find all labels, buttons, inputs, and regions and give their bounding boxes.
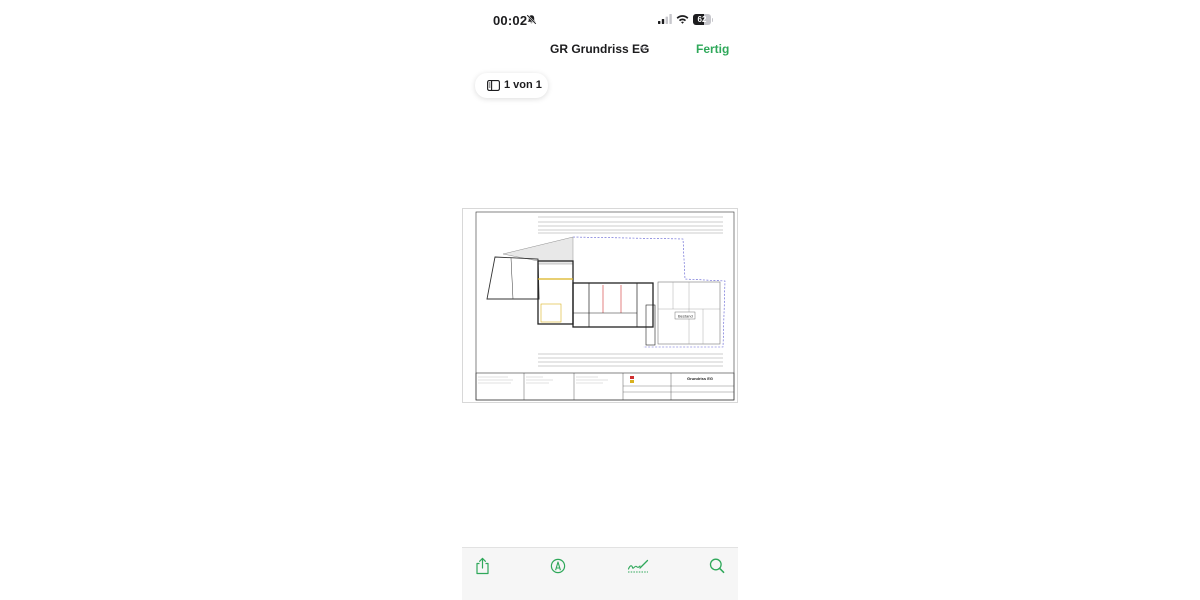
page-count-label: 1 von 1 bbox=[504, 79, 542, 91]
page-indicator[interactable]: 1 von 1 bbox=[475, 73, 548, 98]
search-button[interactable] bbox=[709, 557, 725, 575]
room-label: Bestand bbox=[678, 314, 693, 319]
navigation-bar: GR Grundriss EG Fertig bbox=[462, 36, 738, 62]
bell-slash-icon bbox=[526, 14, 537, 25]
chevron-down-icon[interactable] bbox=[640, 46, 647, 51]
status-bar: 00:02 62 bbox=[462, 0, 738, 40]
done-button[interactable]: Fertig bbox=[696, 42, 729, 56]
sheet-title: Grundriss EG bbox=[687, 376, 713, 381]
markup-button[interactable] bbox=[550, 557, 566, 575]
search-icon bbox=[709, 558, 725, 574]
battery-level: 62 bbox=[697, 15, 707, 24]
main-building bbox=[537, 260, 574, 325]
phone-screen: 00:02 62 GR Grundriss EG Fertig 1 von 1 … bbox=[462, 0, 738, 600]
title-block: Grundriss EG bbox=[475, 372, 735, 401]
dimension-lines-top bbox=[538, 216, 723, 234]
signature-icon bbox=[627, 559, 649, 573]
central-block bbox=[572, 282, 654, 328]
share-button[interactable] bbox=[475, 557, 490, 575]
floor-plan-drawing: Bestand Grundriss EG bbox=[475, 211, 735, 401]
battery-body: 62 bbox=[693, 14, 711, 25]
share-icon bbox=[476, 557, 489, 575]
document-page[interactable]: Bestand Grundriss EG bbox=[462, 208, 738, 403]
dimension-lines-bottom bbox=[538, 353, 723, 367]
document-title[interactable]: GR Grundriss EG bbox=[550, 42, 649, 56]
wifi-icon bbox=[676, 15, 689, 24]
sheet-border bbox=[475, 211, 735, 401]
property-boundary bbox=[572, 236, 726, 348]
cellular-signal-icon bbox=[658, 14, 672, 24]
status-time: 00:02 bbox=[493, 13, 528, 28]
markup-icon bbox=[550, 558, 566, 574]
left-wing bbox=[486, 256, 540, 300]
bottom-toolbar bbox=[462, 547, 738, 600]
sidebar-icon bbox=[487, 80, 500, 91]
battery-icon: 62 bbox=[693, 14, 713, 25]
signature-button[interactable] bbox=[627, 557, 649, 575]
battery-cap bbox=[711, 17, 713, 22]
